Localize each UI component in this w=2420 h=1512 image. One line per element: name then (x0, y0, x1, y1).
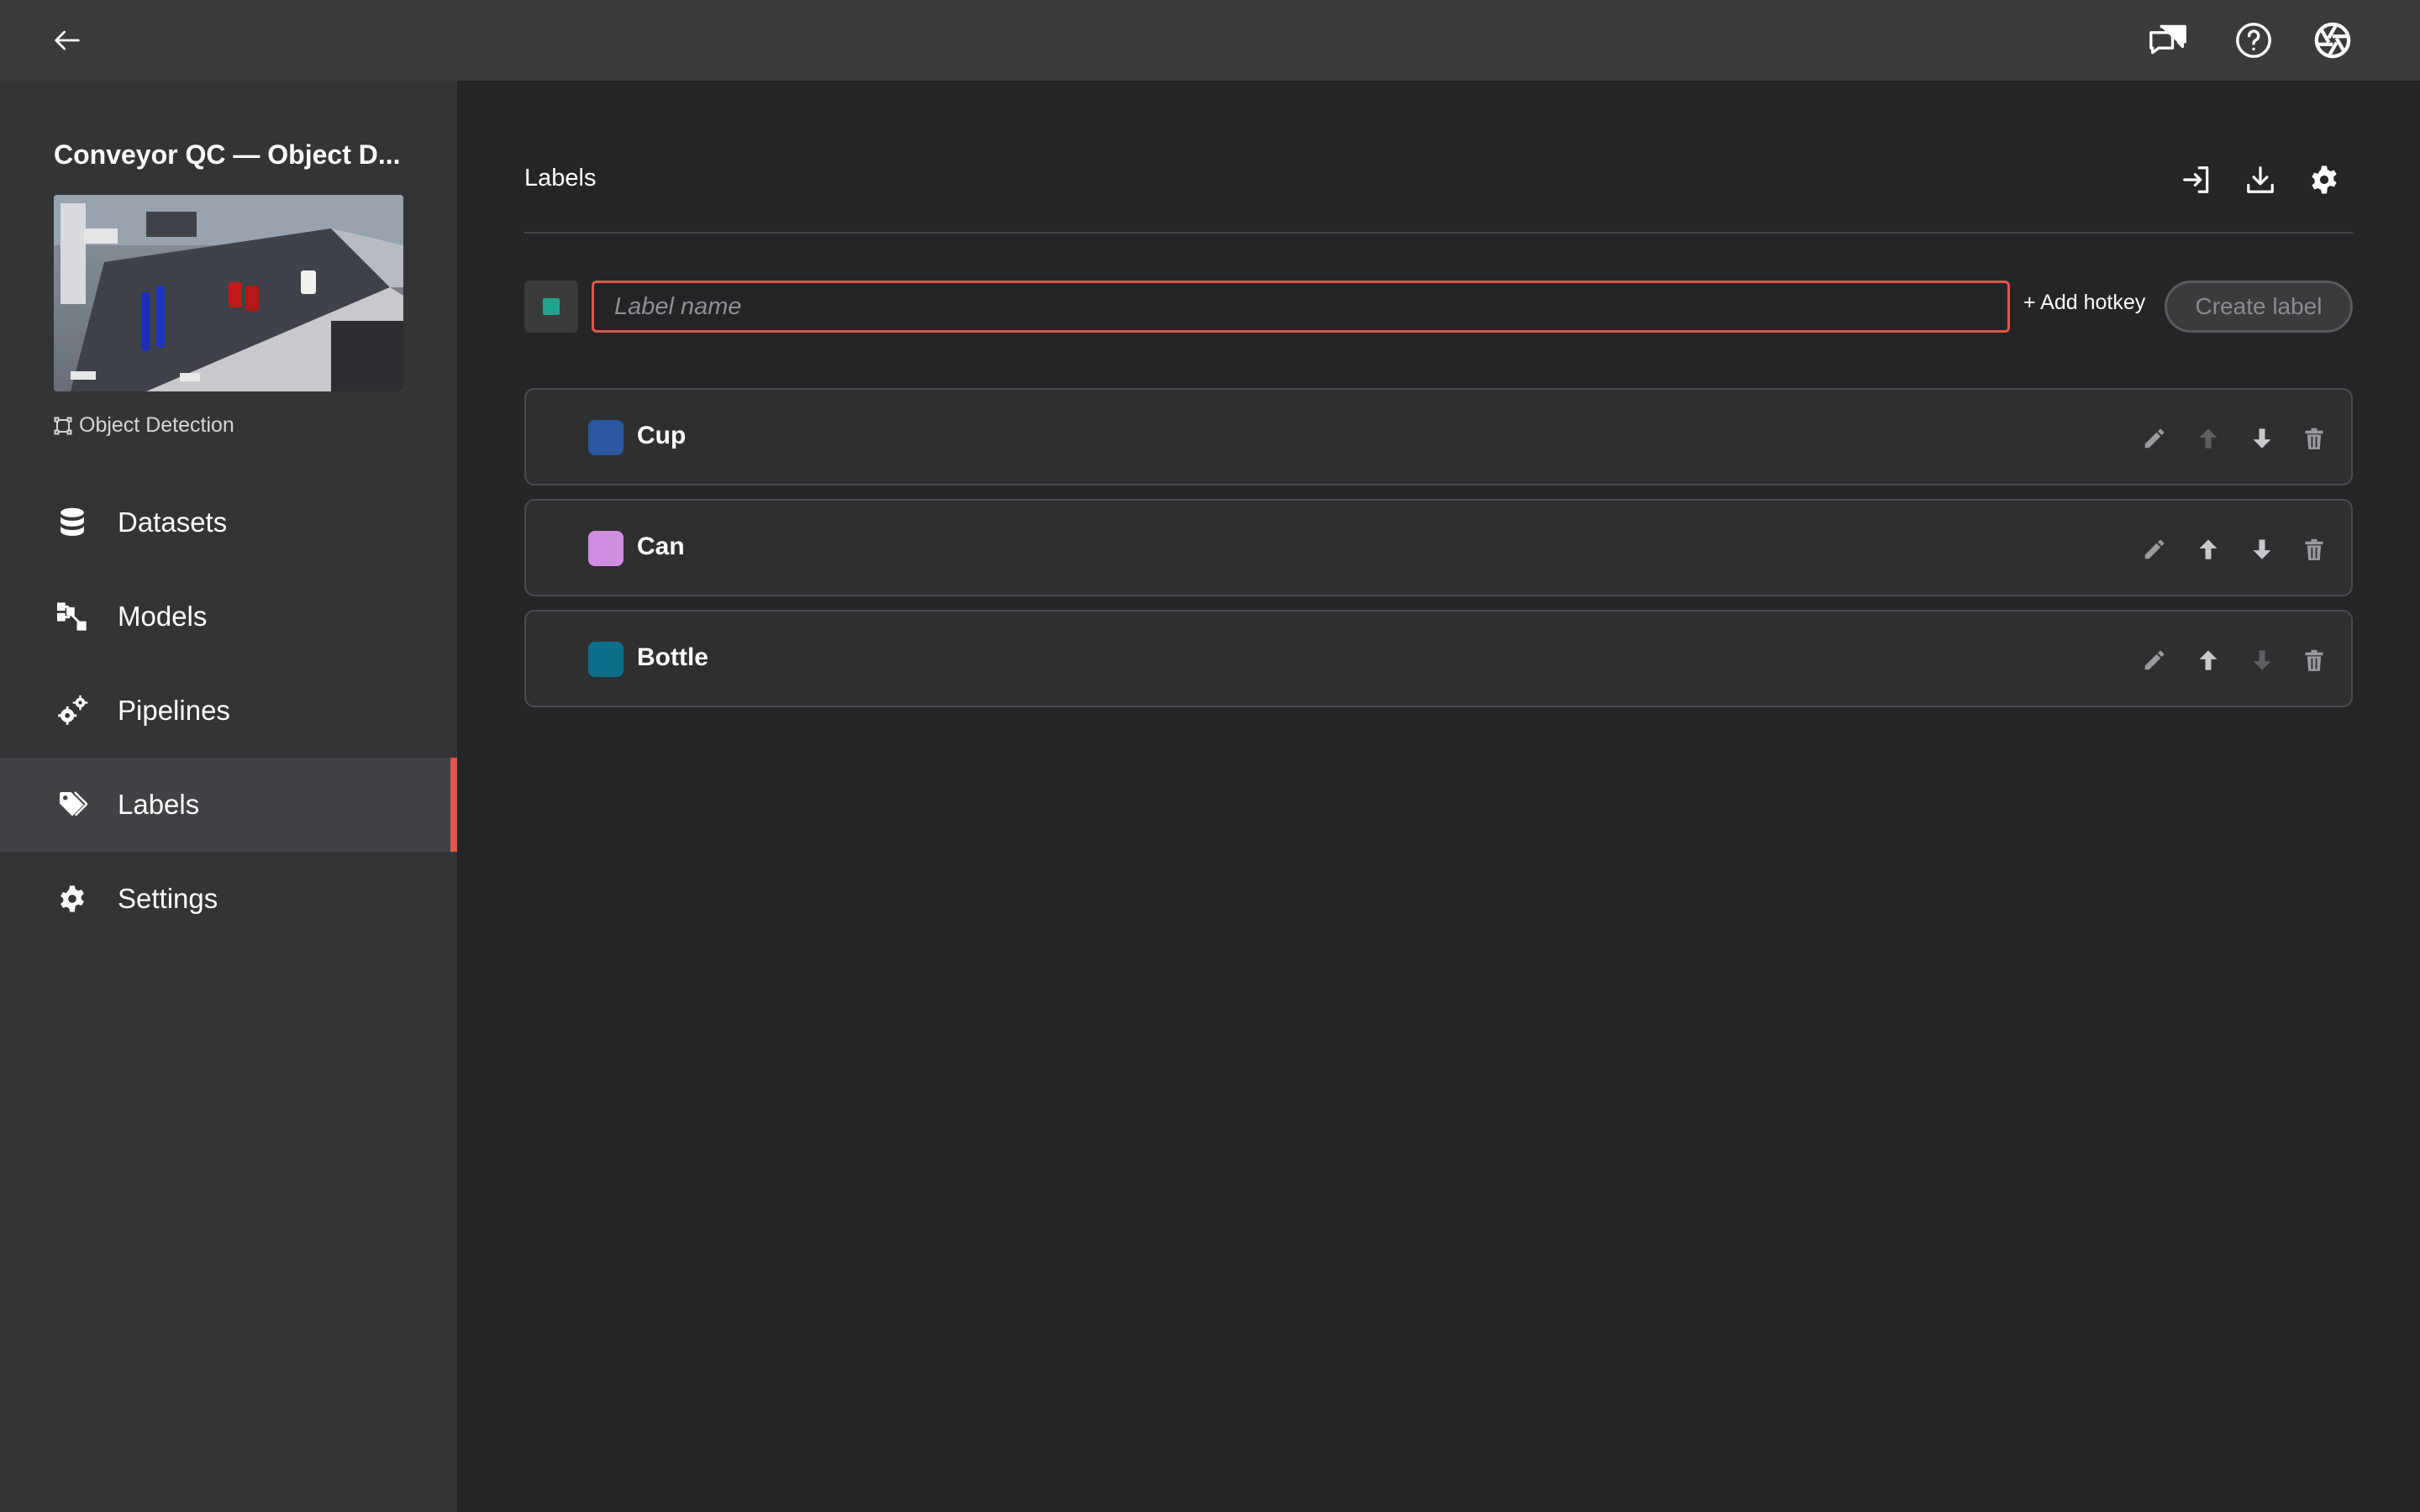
delete-label-button[interactable] (2296, 420, 2333, 457)
export-labels-button[interactable] (2240, 160, 2281, 200)
top-bar (0, 0, 2420, 81)
pencil-icon (2142, 426, 2167, 451)
gear-icon (55, 884, 89, 914)
color-swatch (543, 298, 560, 315)
sidebar-item-label: Datasets (118, 507, 228, 538)
arrow-up-icon (2196, 537, 2220, 562)
model-graph-icon (55, 601, 89, 632)
sidebar-item-label: Labels (118, 789, 200, 820)
database-icon (55, 507, 89, 538)
arrow-down-icon (2250, 648, 2274, 673)
sidebar-item-label: Settings (118, 883, 218, 914)
label-color-swatch (588, 642, 623, 677)
label-name: Bottle (637, 643, 708, 671)
pencil-icon (2142, 648, 2167, 673)
label-row-cup: Cup (524, 388, 2353, 486)
move-up-button[interactable] (2190, 420, 2227, 457)
help-circle-icon (2234, 21, 2273, 60)
sidebar-item-models[interactable]: Models (0, 570, 457, 664)
sidebar-item-pipelines[interactable]: Pipelines (0, 664, 457, 758)
delete-label-button[interactable] (2296, 642, 2333, 679)
account-button[interactable] (2312, 20, 2353, 60)
arrow-down-icon (2250, 537, 2274, 562)
label-color-picker[interactable] (524, 281, 578, 333)
label-name-input[interactable] (592, 281, 2010, 333)
move-down-button[interactable] (2244, 642, 2281, 679)
label-color-swatch (588, 531, 623, 566)
arrow-left-icon (50, 24, 84, 57)
pencil-icon (2142, 537, 2167, 562)
move-down-button[interactable] (2244, 420, 2281, 457)
arrow-down-icon (2250, 426, 2274, 451)
sidebar-item-settings[interactable]: Settings (0, 852, 457, 946)
label-row-can: Can (524, 499, 2353, 596)
sidebar-item-label: Models (118, 601, 208, 632)
trash-icon (2302, 537, 2326, 562)
move-up-button[interactable] (2190, 531, 2227, 568)
page-title: Labels (524, 165, 597, 192)
edit-label-button[interactable] (2136, 531, 2173, 568)
arrow-up-icon (2196, 426, 2220, 451)
edit-label-button[interactable] (2136, 642, 2173, 679)
label-color-swatch (588, 420, 623, 455)
create-label-button[interactable]: Create label (2165, 281, 2353, 333)
sidebar-item-datasets[interactable]: Datasets (0, 475, 457, 570)
delete-label-button[interactable] (2296, 531, 2333, 568)
trash-icon (2302, 426, 2326, 451)
camera-aperture-icon (2313, 21, 2352, 60)
labels-settings-button[interactable] (2304, 160, 2344, 200)
gears-icon (55, 695, 89, 726)
label-row-bottle: Bottle (524, 610, 2353, 707)
import-icon (2181, 164, 2212, 196)
bounding-box-icon (54, 417, 72, 435)
feedback-button[interactable] (2148, 20, 2188, 60)
chat-feedback-icon (2148, 22, 2188, 59)
sidebar-item-label: Pipelines (118, 695, 230, 726)
move-down-button[interactable] (2244, 531, 2281, 568)
back-button[interactable] (47, 20, 87, 60)
import-labels-button[interactable] (2176, 160, 2217, 200)
task-type: Object Detection (54, 413, 234, 438)
project-title: Conveyor QC — Object D... (54, 139, 401, 170)
trash-icon (2302, 648, 2326, 673)
task-type-label: Object Detection (79, 413, 234, 437)
header-divider (524, 232, 2353, 234)
move-up-button[interactable] (2190, 642, 2227, 679)
arrow-up-icon (2196, 648, 2220, 673)
add-hotkey-button[interactable]: + Add hotkey (2023, 291, 2145, 315)
label-name: Can (637, 533, 685, 560)
sidebar-item-labels[interactable]: Labels (0, 758, 457, 852)
help-button[interactable] (2233, 20, 2274, 60)
edit-label-button[interactable] (2136, 420, 2173, 457)
label-name: Cup (637, 422, 687, 449)
tag-icon (55, 790, 89, 820)
project-thumbnail[interactable] (54, 195, 403, 391)
gear-icon (2309, 165, 2339, 195)
download-icon (2244, 164, 2276, 196)
